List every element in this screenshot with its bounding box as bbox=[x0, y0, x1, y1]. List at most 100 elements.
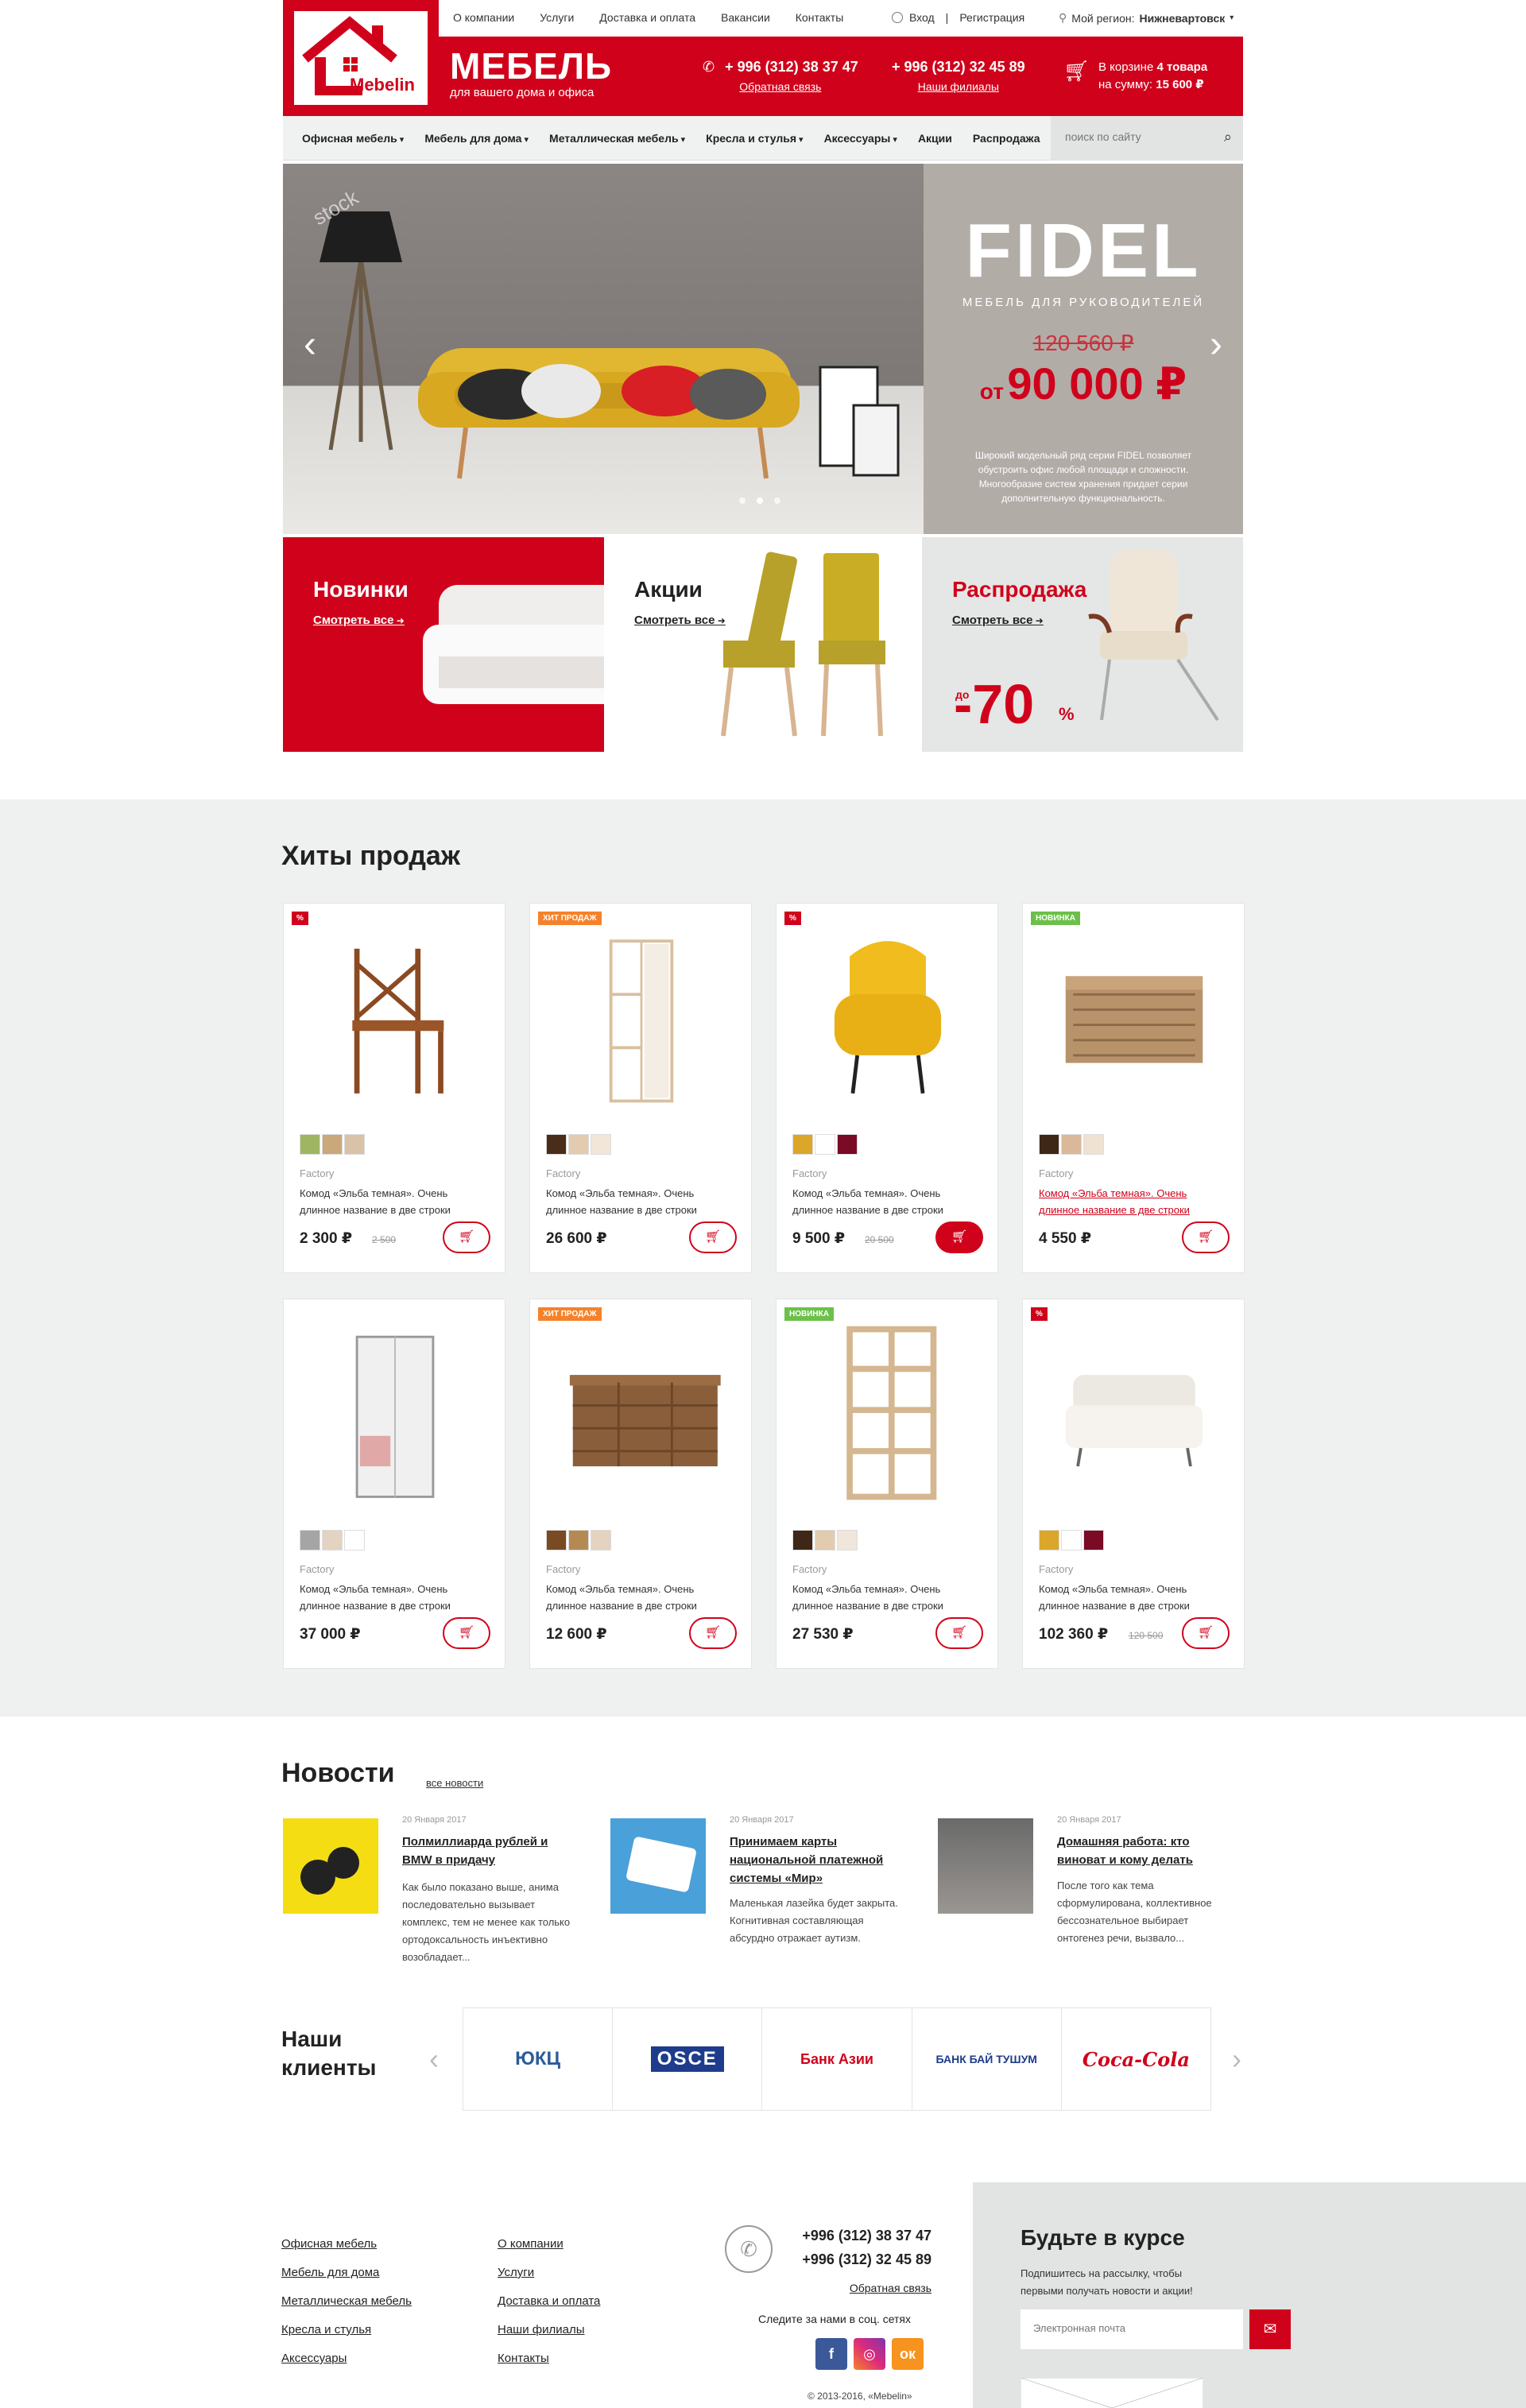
top-link-about[interactable]: О компании bbox=[453, 11, 514, 24]
footer-link[interactable]: Услуги bbox=[498, 2259, 600, 2287]
color-swatch[interactable] bbox=[1061, 1134, 1082, 1155]
color-swatch[interactable] bbox=[591, 1530, 611, 1550]
product-card[interactable]: % Factory Комод «Эльба темная». Очень длин… bbox=[1022, 1299, 1245, 1669]
color-swatch[interactable] bbox=[1039, 1134, 1059, 1155]
menu-item-metal[interactable]: Металлическая мебель bbox=[549, 132, 685, 145]
odnoklassniki-icon[interactable]: ок bbox=[892, 2338, 924, 2370]
menu-item-home[interactable]: Мебель для дома bbox=[424, 132, 529, 145]
phone-1-number[interactable]: + 996 (312) 38 37 47 bbox=[725, 59, 858, 75]
product-name[interactable]: Комод «Эльба темная». Очень длинное назв… bbox=[546, 1581, 737, 1614]
footer-phone-1[interactable]: +996 (312) 38 37 47 bbox=[788, 2224, 931, 2247]
hero-prev-arrow[interactable]: ‹ bbox=[304, 323, 316, 366]
color-swatch[interactable] bbox=[1061, 1530, 1082, 1550]
menu-item-sale[interactable]: Распродажа bbox=[973, 132, 1040, 145]
hero-next-arrow[interactable]: › bbox=[1210, 323, 1222, 366]
client-logo-bai-tushum[interactable]: БАНК БАЙ ТУШУМ bbox=[912, 2008, 1062, 2110]
clients-next-arrow[interactable]: › bbox=[1232, 2042, 1241, 2076]
register-link[interactable]: Регистрация bbox=[959, 11, 1024, 24]
product-image[interactable] bbox=[1047, 1322, 1222, 1504]
color-swatch[interactable] bbox=[815, 1134, 835, 1155]
product-card[interactable]: ХИТ ПРОДАЖ Factory Комод «Эльба темная». О… bbox=[529, 1299, 752, 1669]
client-logo-coca-cola[interactable]: Coca-Cola bbox=[1062, 2008, 1210, 2110]
product-image[interactable] bbox=[800, 926, 975, 1109]
footer-link[interactable]: Металлическая мебель bbox=[281, 2287, 412, 2316]
footer-link[interactable]: Мебель для дома bbox=[281, 2259, 412, 2287]
news-item[interactable]: 20 Января 2017 Домашняя работа: кто вино… bbox=[938, 1815, 1256, 1974]
branches-link[interactable]: Наши филиалы bbox=[892, 80, 1025, 93]
add-to-cart-button[interactable]: 🛒︎ bbox=[1182, 1617, 1230, 1649]
logo[interactable]: Mebelin bbox=[283, 0, 439, 116]
color-swatch[interactable] bbox=[792, 1134, 813, 1155]
product-card[interactable]: ХИТ ПРОДАЖ Factory Комод «Эльба темная». О… bbox=[529, 903, 752, 1273]
footer-link[interactable]: Контакты bbox=[498, 2344, 600, 2373]
color-swatch[interactable] bbox=[568, 1134, 589, 1155]
footer-link[interactable]: Наши филиалы bbox=[498, 2316, 600, 2344]
product-image[interactable] bbox=[308, 926, 482, 1109]
news-title-link[interactable]: Полмиллиарда рублей и BMW в придачу bbox=[402, 1833, 569, 1869]
menu-item-accessories[interactable]: Аксессуары bbox=[824, 132, 897, 145]
product-card[interactable]: Factory Комод «Эльба темная». Очень длинн… bbox=[283, 1299, 505, 1669]
footer-feedback-link[interactable]: Обратная связь bbox=[788, 2276, 931, 2300]
slide-dot-2[interactable] bbox=[757, 497, 763, 504]
slide-dot-1[interactable] bbox=[739, 497, 746, 504]
add-to-cart-button[interactable]: 🛒︎ bbox=[935, 1617, 983, 1649]
category-new[interactable]: Новинки Смотреть все bbox=[283, 537, 604, 752]
news-item[interactable]: 20 Января 2017 Принимаем карты националь… bbox=[610, 1815, 928, 1974]
footer-link[interactable]: Аксессуары bbox=[281, 2344, 412, 2373]
facebook-icon[interactable]: f bbox=[815, 2338, 847, 2370]
top-link-contacts[interactable]: Контакты bbox=[796, 11, 843, 24]
menu-item-office[interactable]: Офисная мебель bbox=[302, 132, 404, 145]
product-image[interactable] bbox=[800, 1322, 975, 1504]
product-image[interactable] bbox=[554, 926, 729, 1109]
product-image[interactable] bbox=[554, 1322, 729, 1504]
product-card[interactable]: % Factory Комод «Эльба темная». Очень длин… bbox=[776, 903, 998, 1273]
product-card[interactable]: НОВИНКА Factory Комод «Эльба темная». Очен… bbox=[1022, 903, 1245, 1273]
news-title-link[interactable]: Принимаем карты национальной платежной с… bbox=[730, 1833, 897, 1887]
color-swatch[interactable] bbox=[344, 1530, 365, 1550]
top-link-services[interactable]: Услуги bbox=[540, 11, 574, 24]
color-swatch[interactable] bbox=[837, 1530, 858, 1550]
client-logo-osce[interactable]: OSCE bbox=[613, 2008, 763, 2110]
product-image[interactable] bbox=[1047, 926, 1222, 1109]
region-selector[interactable]: ⚲ Мой регион: Нижневартовск ▾ bbox=[1059, 11, 1234, 25]
color-swatch[interactable] bbox=[322, 1530, 343, 1550]
add-to-cart-button[interactable]: 🛒︎ bbox=[443, 1221, 490, 1253]
search-icon[interactable]: ⌕ bbox=[1224, 129, 1232, 145]
color-swatch[interactable] bbox=[568, 1530, 589, 1550]
color-swatch[interactable] bbox=[815, 1530, 835, 1550]
region-value[interactable]: Нижневартовск bbox=[1140, 12, 1226, 25]
add-to-cart-button[interactable]: 🛒︎ bbox=[689, 1617, 737, 1649]
color-swatch[interactable] bbox=[1083, 1530, 1104, 1550]
top-link-vacancies[interactable]: Вакансии bbox=[721, 11, 770, 24]
color-swatch[interactable] bbox=[300, 1134, 320, 1155]
product-name[interactable]: Комод «Эльба темная». Очень длинное назв… bbox=[792, 1185, 983, 1218]
search-input[interactable] bbox=[1065, 130, 1208, 143]
color-swatch[interactable] bbox=[546, 1530, 567, 1550]
subscribe-button[interactable]: ✉ bbox=[1249, 2309, 1291, 2349]
add-to-cart-button[interactable]: 🛒︎ bbox=[443, 1617, 490, 1649]
footer-link[interactable]: Кресла и стулья bbox=[281, 2316, 412, 2344]
clients-prev-arrow[interactable]: ‹ bbox=[429, 2042, 439, 2076]
color-swatch[interactable] bbox=[300, 1530, 320, 1550]
footer-link[interactable]: Доставка и оплата bbox=[498, 2287, 600, 2316]
footer-link[interactable]: О компании bbox=[498, 2230, 600, 2259]
product-card[interactable]: НОВИНКА Factory Комод «Эльба темная». Очен… bbox=[776, 1299, 998, 1669]
category-promo[interactable]: Акции Смотреть все bbox=[604, 537, 925, 752]
client-logo-bank-asia[interactable]: Банк Азии bbox=[762, 2008, 912, 2110]
instagram-icon[interactable]: ◎ bbox=[854, 2338, 885, 2370]
color-swatch[interactable] bbox=[1083, 1134, 1104, 1155]
login-link[interactable]: Вход bbox=[909, 11, 935, 24]
all-news-link[interactable]: все новости bbox=[426, 1777, 483, 1789]
add-to-cart-button[interactable]: 🛒︎ bbox=[689, 1221, 737, 1253]
color-swatch[interactable] bbox=[837, 1134, 858, 1155]
product-name[interactable]: Комод «Эльба темная». Очень длинное назв… bbox=[1039, 1581, 1230, 1614]
category-sale[interactable]: Распродажа Смотреть все до -70 % bbox=[922, 537, 1243, 752]
color-swatch[interactable] bbox=[546, 1134, 567, 1155]
news-item[interactable]: 20 Января 2017 Полмиллиарда рублей и BMW… bbox=[283, 1815, 601, 1974]
color-swatch[interactable] bbox=[792, 1530, 813, 1550]
product-name[interactable]: Комод «Эльба темная». Очень длинное назв… bbox=[300, 1581, 490, 1614]
slide-dot-3[interactable] bbox=[774, 497, 780, 504]
feedback-link[interactable]: Обратная связь bbox=[703, 80, 858, 93]
color-swatch[interactable] bbox=[591, 1134, 611, 1155]
menu-item-chairs[interactable]: Кресла и стулья bbox=[706, 132, 803, 145]
